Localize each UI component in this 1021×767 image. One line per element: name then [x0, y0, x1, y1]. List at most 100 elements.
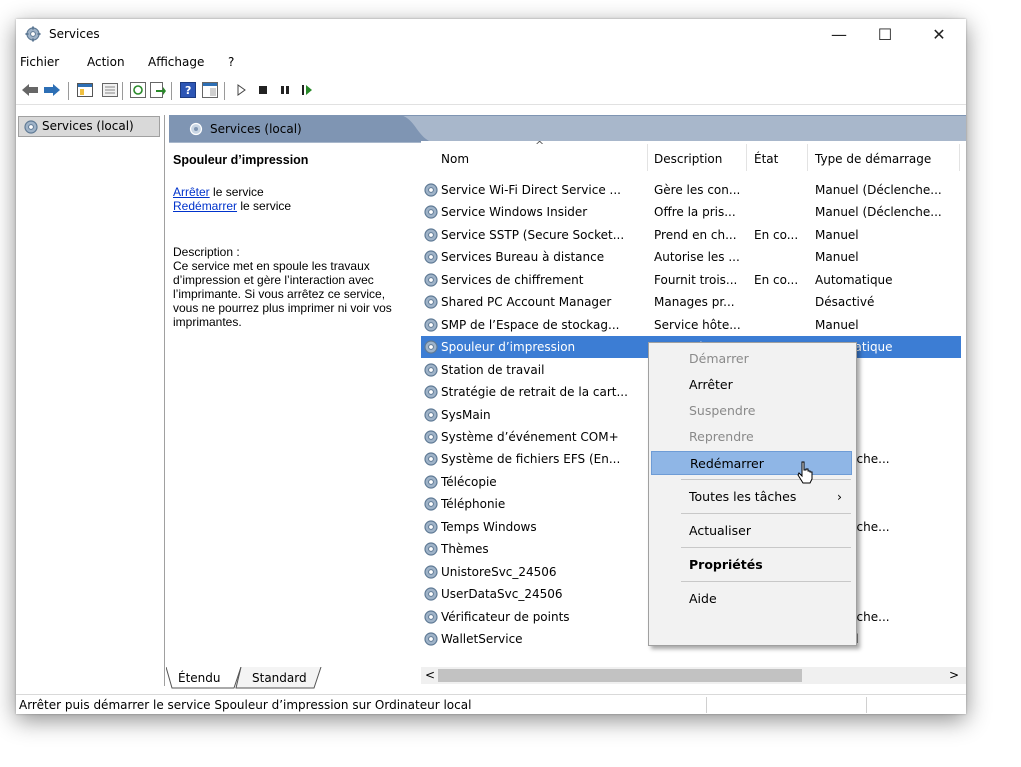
stop-service-link[interactable]: Arrêter: [173, 185, 210, 199]
cell-name: Vérificateur de points: [441, 609, 570, 624]
properties-sheet-icon[interactable]: [101, 81, 119, 99]
tab-extended[interactable]: Étendu: [178, 671, 221, 685]
cell-name: Service Windows Insider: [441, 205, 588, 220]
service-gear-icon: [424, 565, 438, 579]
menu-action[interactable]: Action: [87, 55, 125, 69]
service-gear-icon: [424, 609, 438, 624]
header-tab-curve: [401, 115, 431, 142]
back-arrow-icon[interactable]: [21, 81, 39, 99]
restart-icon[interactable]: [298, 81, 316, 99]
column-header-state[interactable]: État: [754, 141, 809, 174]
menu-item-properties[interactable]: Propriétés: [651, 553, 852, 577]
view-tabs: Étendu Standard: [166, 667, 966, 689]
cell-name: UnistoreSvc_24506: [441, 564, 557, 579]
menu-item-all-tasks[interactable]: Toutes les tâches ›: [651, 485, 852, 509]
service-gear-icon: [424, 205, 438, 220]
table-row[interactable]: Service Windows Insider Offre la pris... M…: [421, 201, 961, 223]
stop-service-suffix: le service: [209, 185, 264, 199]
column-header-description[interactable]: Description: [654, 141, 754, 174]
cell-name: Thèmes: [441, 542, 489, 557]
menu-item-help[interactable]: Aide: [651, 587, 852, 611]
header-title: Services (local): [210, 122, 302, 136]
service-gear-icon: [424, 273, 438, 287]
menu-item-restart[interactable]: Redémarrer: [651, 451, 852, 475]
minimize-button[interactable]: —: [816, 19, 862, 50]
service-gear-icon: [424, 250, 438, 264]
show-console-icon[interactable]: [201, 81, 219, 99]
cell-startup-type: Manuel: [815, 250, 859, 265]
table-row[interactable]: Shared PC Account Manager Manages pr... Dé…: [421, 291, 961, 313]
maximize-button[interactable]: ☐: [862, 19, 908, 50]
stop-icon[interactable]: [254, 81, 272, 99]
table-row[interactable]: Services de chiffrement Fournit trois... E…: [421, 269, 961, 291]
cell-description: Fournit trois...: [654, 272, 738, 287]
services-gear-icon: [24, 120, 38, 134]
play-icon[interactable]: [232, 81, 250, 99]
cell-name: Shared PC Account Manager: [441, 295, 612, 310]
cell-name: SMP de l’Espace de stockag...: [441, 317, 620, 332]
cell-startup-type: Automatique: [815, 272, 893, 287]
services-gear-icon: [25, 26, 41, 42]
status-text: Arrêter puis démarrer le service Spouleu…: [19, 698, 472, 712]
menu-item-pause[interactable]: Suspendre: [651, 399, 852, 423]
menu-fichier[interactable]: Fichier: [20, 55, 59, 69]
cell-name: SysMain: [441, 407, 491, 422]
submenu-arrow-icon: ›: [837, 489, 842, 504]
cell-state: En co...: [754, 227, 799, 242]
menu-item-resume[interactable]: Reprendre: [651, 425, 852, 449]
column-header-startup-type[interactable]: Type de démarrage: [815, 141, 965, 174]
forward-arrow-icon[interactable]: [43, 81, 61, 99]
help-icon[interactable]: ?: [179, 81, 197, 99]
table-row[interactable]: Services Bureau à distance Autorise les .…: [421, 246, 961, 268]
service-gear-icon: [424, 497, 438, 511]
tree-item-services-local[interactable]: Services (local): [18, 116, 160, 137]
svg-text:?: ?: [185, 84, 191, 97]
cell-name: Télécopie: [441, 474, 497, 489]
menu-item-start[interactable]: Démarrer: [651, 347, 852, 371]
pause-icon[interactable]: [276, 81, 294, 99]
menu-affichage[interactable]: Affichage: [148, 55, 204, 69]
console-tree-icon[interactable]: [76, 81, 94, 99]
tab-standard[interactable]: Standard: [252, 671, 307, 685]
cell-name: Stratégie de retrait de la cart...: [441, 385, 628, 400]
context-menu: Démarrer Arrêter Suspendre Reprendre Red…: [648, 342, 857, 646]
service-gear-icon: [424, 362, 438, 377]
cell-name: Téléphonie: [441, 497, 506, 512]
export-list-icon[interactable]: [149, 81, 167, 99]
refresh-icon[interactable]: [129, 81, 147, 99]
table-row[interactable]: SMP de l’Espace de stockag... Service hôt…: [421, 314, 961, 336]
cell-startup-type: Manuel (Déclenche...: [815, 183, 942, 197]
cell-description: Service hôte...: [654, 317, 741, 332]
restart-service-suffix: le service: [237, 199, 292, 213]
cell-startup-type: Manuel (Déclenche...: [815, 205, 942, 220]
menu-item-refresh[interactable]: Actualiser: [651, 519, 852, 543]
service-gear-icon: [424, 318, 438, 332]
service-name-heading: Spouleur d’impression: [173, 153, 309, 167]
cell-name: Service Wi-Fi Direct Service ...: [441, 183, 621, 197]
service-gear-icon: [424, 340, 438, 354]
cell-name: Service SSTP (Secure Socket...: [441, 227, 625, 242]
cell-description: Offre la pris...: [654, 205, 736, 220]
restart-service-link[interactable]: Redémarrer: [173, 199, 237, 213]
table-row[interactable]: Service Wi-Fi Direct Service ... Gère les…: [421, 179, 961, 201]
status-bar: Arrêter puis démarrer le service Spouleu…: [16, 694, 966, 714]
menu-item-stop[interactable]: Arrêter: [651, 373, 852, 397]
console-tree: Services (local): [16, 115, 165, 686]
hand-cursor-icon: [797, 461, 813, 484]
cell-name: Services de chiffrement: [441, 272, 584, 287]
cell-state: En co...: [754, 272, 799, 287]
close-button[interactable]: ✕: [916, 19, 962, 50]
sort-ascending-icon: ^: [535, 139, 545, 152]
cell-name: Spouleur d’impression: [441, 340, 576, 355]
header-tab: Services (local): [169, 115, 401, 142]
column-header-name[interactable]: Nom ^: [421, 139, 635, 174]
cell-name: Temps Windows: [441, 519, 537, 534]
service-gear-icon: [424, 542, 438, 556]
menu-bar: Fichier Action Affichage ?: [16, 54, 966, 74]
cell-name: Système de fichiers EFS (En...: [441, 452, 621, 467]
title-bar: Services — ☐ ✕: [16, 19, 966, 50]
cell-name: Station de travail: [441, 362, 545, 377]
table-row[interactable]: Service SSTP (Secure Socket... Prend en c…: [421, 224, 961, 246]
menu-help[interactable]: ?: [228, 55, 234, 69]
window-title: Services: [49, 27, 100, 41]
